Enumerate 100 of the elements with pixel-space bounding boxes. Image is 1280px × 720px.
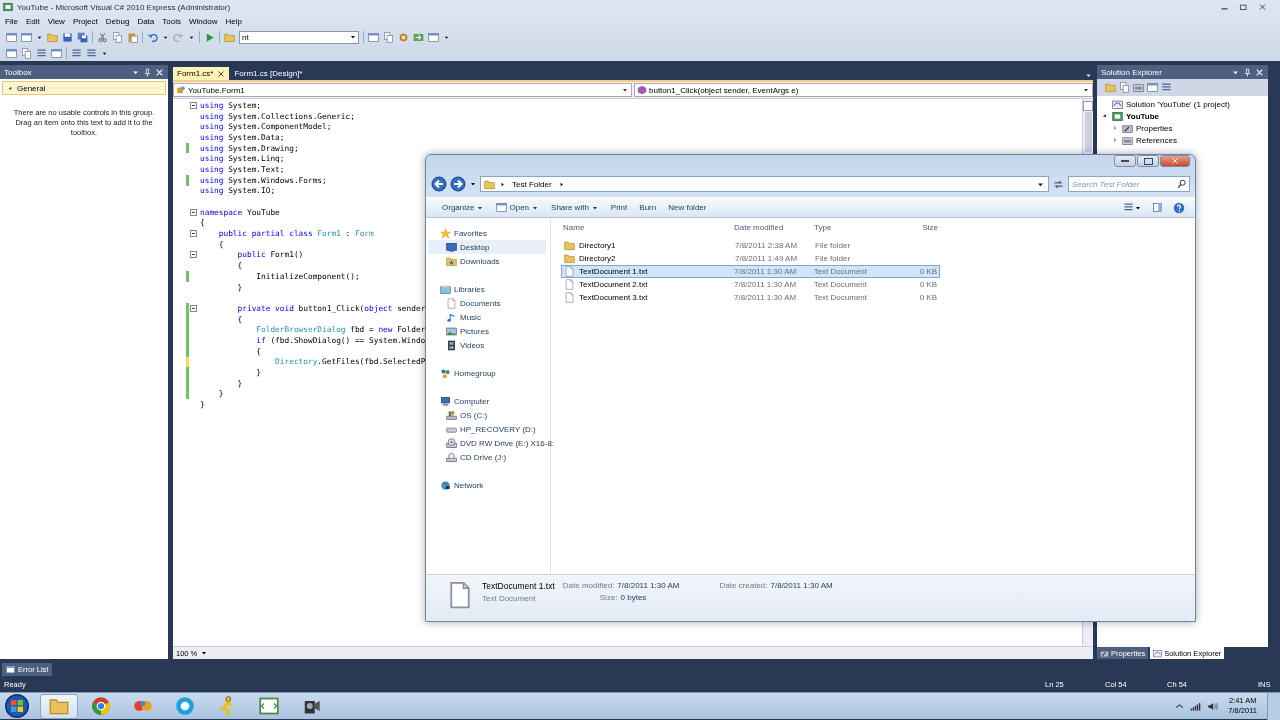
scroll-thumb[interactable]	[1084, 112, 1092, 152]
member-dropdown[interactable]: button1_Click(object sender, EventArgs e)	[634, 83, 1093, 97]
tree-item[interactable]: Properties	[1136, 123, 1173, 133]
command-button[interactable]: Burn	[633, 199, 663, 216]
editor-tab[interactable]: Form1.cs*	[173, 67, 230, 80]
command-button[interactable]: Open	[490, 199, 546, 216]
pages-icon[interactable]	[112, 31, 123, 43]
pages-icon[interactable]	[383, 31, 394, 43]
type-dropdown[interactable]: YouTube.Form1	[173, 83, 632, 97]
file-row[interactable]: TextDocument 2.txt 7/8/2011 1:30 AM Text Document 0 KB	[561, 278, 940, 291]
collapse-icon[interactable]	[190, 304, 197, 312]
toolbox-group-header[interactable]: General	[2, 81, 166, 95]
nav-item[interactable]: Network	[428, 478, 546, 492]
pin-icon[interactable]	[1243, 67, 1252, 77]
nav-item[interactable]: CD Drive (J:)	[428, 450, 546, 464]
forward-arrow-icon[interactable]	[450, 176, 466, 192]
column-header[interactable]: Size	[894, 222, 940, 232]
collapse-icon[interactable]	[190, 251, 197, 259]
nav-item[interactable]: DVD RW Drive (E:) X16-8:	[428, 436, 557, 450]
window-icon[interactable]	[6, 31, 17, 43]
menu-item[interactable]: Tools	[158, 17, 185, 26]
pin-icon[interactable]	[143, 67, 152, 77]
preview-pane-icon[interactable]	[1152, 202, 1163, 213]
list-icon[interactable]	[86, 47, 97, 59]
scissors-icon[interactable]	[97, 31, 108, 43]
nav-item[interactable]: Desktop	[428, 240, 546, 254]
menu-item[interactable]: Help	[221, 17, 246, 26]
window-icon[interactable]	[428, 31, 439, 43]
disk-icon[interactable]	[77, 31, 88, 43]
column-header[interactable]: Name	[561, 222, 734, 232]
menu-item[interactable]: Debug	[101, 17, 134, 26]
command-button[interactable]: Print	[604, 199, 634, 216]
help-icon[interactable]	[1173, 201, 1185, 214]
command-button[interactable]: New folder	[662, 199, 713, 216]
command-button[interactable]: Organize	[436, 199, 491, 216]
split-handle[interactable]	[1083, 101, 1093, 111]
play-icon[interactable]	[204, 31, 215, 43]
details-type: Text Document	[482, 594, 537, 603]
nav-item[interactable]: Computer	[428, 394, 546, 408]
find-combo[interactable]: nt	[239, 30, 359, 44]
list-icon[interactable]	[71, 47, 82, 59]
nav-item[interactable]: Libraries	[428, 282, 546, 296]
breadcrumb[interactable]: Test Folder	[510, 179, 554, 189]
column-header[interactable]: Date modified	[734, 222, 814, 232]
clipboard-icon[interactable]	[127, 31, 138, 43]
collapse-icon[interactable]	[190, 230, 197, 238]
address-bar[interactable]: Test Folder	[480, 176, 1049, 192]
command-button[interactable]: Share with	[545, 199, 605, 216]
nav-item[interactable]: Homegroup	[428, 366, 546, 380]
collapse-icon[interactable]	[190, 208, 197, 216]
nav-item[interactable]: Videos	[428, 338, 546, 352]
list-icon[interactable]	[36, 47, 47, 59]
pages-icon[interactable]	[1119, 82, 1130, 93]
menu-item[interactable]: Project	[68, 17, 102, 26]
close-button[interactable]	[1160, 155, 1190, 167]
nav-item[interactable]: Documents	[428, 296, 546, 310]
list-icon[interactable]	[1161, 82, 1172, 93]
tree-item[interactable]: YouTube	[1126, 111, 1160, 121]
pages-icon[interactable]	[21, 47, 32, 59]
editor-tab[interactable]: Form1.cs [Design]*	[230, 67, 307, 80]
view-list-icon[interactable]	[1123, 202, 1134, 213]
nav-item[interactable]: Music	[428, 310, 546, 324]
back-arrow-icon[interactable]	[431, 176, 447, 192]
tree-item[interactable]: Solution 'YouTube' (1 project)	[1126, 99, 1230, 109]
chevron-icon[interactable]	[1175, 701, 1185, 711]
menu-item[interactable]: Data	[133, 17, 159, 26]
nav-item[interactable]: OS (C:)	[428, 408, 546, 422]
maximize-button[interactable]	[1137, 155, 1159, 167]
window-icon[interactable]	[21, 31, 32, 43]
restore-button[interactable]	[1238, 2, 1249, 12]
undo-icon[interactable]	[147, 31, 158, 43]
nav-item[interactable]: Pictures	[428, 324, 546, 338]
nav-item[interactable]: Favorites	[428, 226, 546, 240]
file-row[interactable]: TextDocument 1.txt 7/8/2011 1:30 AM Text Document 0 KB	[561, 265, 940, 278]
file-row[interactable]: Directory2 7/8/2011 1:49 AM File folder	[561, 252, 940, 265]
window-icon[interactable]	[6, 47, 17, 59]
window-icon[interactable]	[1147, 82, 1158, 93]
file-row[interactable]: Directory1 7/8/2011 2:38 AM File folder	[561, 239, 940, 252]
history-dropdown-icon[interactable]	[469, 180, 477, 188]
start-button[interactable]	[5, 693, 31, 719]
file-row[interactable]: TextDocument 3.txt 7/8/2011 1:30 AM Text Document 0 KB	[561, 291, 940, 304]
tree-item[interactable]: References	[1136, 135, 1177, 145]
close-button[interactable]	[1257, 2, 1268, 12]
window-icon[interactable]	[51, 47, 62, 59]
close-icon[interactable]	[217, 69, 226, 78]
speaker-icon[interactable]	[1207, 700, 1219, 712]
menu-item[interactable]: Window	[184, 17, 222, 26]
arrow-icon[interactable]	[413, 31, 424, 43]
gear-icon[interactable]	[398, 31, 409, 43]
menu-item[interactable]: Edit	[21, 17, 44, 26]
window-icon[interactable]	[368, 31, 379, 43]
menu-item[interactable]: File	[1, 17, 22, 26]
collapse-icon[interactable]	[190, 101, 197, 109]
minimize-button[interactable]	[1114, 155, 1136, 167]
nav-item[interactable]: Downloads	[428, 254, 546, 268]
nav-item[interactable]: HP_RECOVERY (D:)	[428, 422, 546, 436]
signal-icon[interactable]	[1190, 700, 1202, 712]
search-field[interactable]: Search Test Folder	[1068, 176, 1190, 192]
column-header[interactable]: Type	[814, 222, 894, 232]
menu-item[interactable]: View	[43, 17, 69, 26]
